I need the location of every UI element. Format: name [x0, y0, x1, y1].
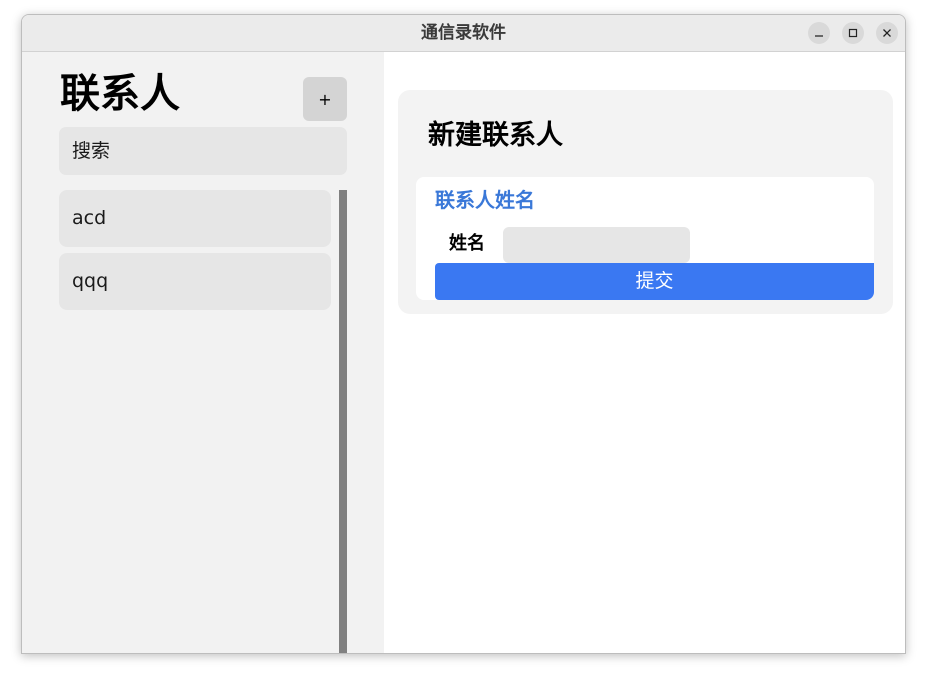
sidebar-title: 联系人: [60, 71, 180, 117]
close-icon: [883, 29, 891, 37]
maximize-button[interactable]: [842, 22, 864, 44]
section-label: 联系人姓名: [435, 188, 535, 212]
close-button[interactable]: [876, 22, 898, 44]
search-input[interactable]: 搜索: [59, 127, 347, 175]
contact-list: acd qqq: [59, 190, 331, 316]
contact-item[interactable]: acd: [59, 190, 331, 247]
titlebar[interactable]: 通信录软件: [22, 15, 905, 52]
maximize-icon: [848, 28, 858, 38]
new-contact-card: 新建联系人 联系人姓名 姓名 提交: [398, 90, 893, 314]
sidebar: 联系人 + 搜索 acd qqq: [22, 52, 384, 653]
contact-list-scrollbar[interactable]: [339, 190, 347, 653]
contact-form: 联系人姓名 姓名 提交: [416, 177, 874, 300]
minimize-button[interactable]: [808, 22, 830, 44]
app-window: 通信录软件 联系人 + 搜索 acd qqq 新建联系人 联系人姓名 姓名 提交: [21, 14, 906, 654]
card-title: 新建联系人: [428, 120, 563, 151]
add-contact-button[interactable]: +: [303, 77, 347, 121]
main-panel: 新建联系人 联系人姓名 姓名 提交: [384, 52, 905, 653]
window-title: 通信录软件: [421, 23, 506, 43]
minimize-icon: [815, 35, 823, 37]
submit-button[interactable]: 提交: [435, 263, 874, 300]
contact-item[interactable]: qqq: [59, 253, 331, 310]
name-field-label: 姓名: [449, 233, 485, 254]
name-input[interactable]: [503, 227, 690, 263]
